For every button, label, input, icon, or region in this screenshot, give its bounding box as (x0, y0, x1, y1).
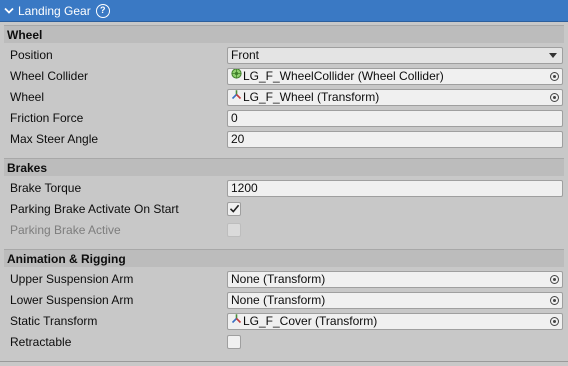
lower-suspension-arm-label: Lower Suspension Arm (10, 293, 134, 307)
component-title: Landing Gear (18, 3, 91, 18)
object-picker-icon[interactable] (550, 93, 559, 102)
section-header-brakes: Brakes (4, 158, 564, 176)
transform-icon (231, 90, 242, 104)
row-parking-brake-active: Parking Brake Active (4, 220, 564, 241)
row-wheel-collider: Wheel Collider LG_F_WheelCollider (Wheel… (4, 66, 564, 87)
row-wheel: Wheel LG_F_Wheel (Transform) (4, 87, 564, 108)
wheel-collider-icon (231, 69, 242, 83)
help-icon[interactable]: ? (95, 3, 110, 18)
upper-suspension-arm-object-field[interactable]: None (Transform) (227, 271, 563, 288)
wheel-collider-value: LG_F_WheelCollider (Wheel Collider) (243, 69, 444, 83)
wheel-label: Wheel (10, 90, 45, 104)
row-lower-suspension-arm: Lower Suspension Arm None (Transform) (4, 290, 564, 311)
chevron-down-icon[interactable] (1, 0, 17, 22)
max-steer-angle-input[interactable]: 20 (227, 131, 563, 148)
position-dropdown[interactable]: Front (227, 47, 563, 64)
static-transform-object-field[interactable]: LG_F_Cover (Transform) (227, 313, 563, 330)
object-picker-icon[interactable] (550, 317, 559, 326)
object-picker-icon[interactable] (550, 296, 559, 305)
retractable-checkbox[interactable] (227, 335, 241, 349)
row-max-steer-angle: Max Steer Angle 20 (4, 129, 564, 150)
position-label: Position (10, 48, 53, 62)
row-brake-torque: Brake Torque 1200 (4, 178, 564, 199)
row-retractable: Retractable (4, 332, 564, 353)
parking-brake-activate-checkbox[interactable] (227, 202, 241, 216)
brake-torque-label: Brake Torque (10, 181, 82, 195)
static-transform-value: LG_F_Cover (Transform) (243, 314, 378, 328)
row-parking-brake-activate: Parking Brake Activate On Start (4, 199, 564, 220)
row-static-transform: Static Transform LG_F_Cover (Transform) (4, 311, 564, 332)
component-header[interactable]: Landing Gear ? (0, 0, 568, 22)
position-value: Front (231, 48, 260, 62)
section-header-wheel: Wheel (4, 25, 564, 43)
retractable-label: Retractable (10, 335, 72, 349)
parking-brake-active-label: Parking Brake Active (10, 223, 121, 237)
upper-suspension-arm-label: Upper Suspension Arm (10, 272, 134, 286)
brake-torque-input[interactable]: 1200 (227, 180, 563, 197)
static-transform-label: Static Transform (10, 314, 98, 328)
object-picker-icon[interactable] (550, 275, 559, 284)
wheel-object-field[interactable]: LG_F_Wheel (Transform) (227, 89, 563, 106)
divider (0, 361, 568, 362)
lower-suspension-arm-value: None (Transform) (231, 293, 326, 307)
parking-brake-active-checkbox (227, 223, 241, 237)
wheel-value: LG_F_Wheel (Transform) (243, 90, 380, 104)
row-upper-suspension-arm: Upper Suspension Arm None (Transform) (4, 269, 564, 290)
inspector-panel: Landing Gear ? Wheel Position Front Whee… (0, 0, 568, 366)
section-header-animation-rigging: Animation & Rigging (4, 249, 564, 267)
lower-suspension-arm-object-field[interactable]: None (Transform) (227, 292, 563, 309)
wheel-collider-object-field[interactable]: LG_F_WheelCollider (Wheel Collider) (227, 68, 563, 85)
row-friction-force: Friction Force 0 (4, 108, 564, 129)
friction-force-label: Friction Force (10, 111, 84, 125)
max-steer-angle-label: Max Steer Angle (10, 132, 99, 146)
row-position: Position Front (4, 45, 564, 66)
object-picker-icon[interactable] (550, 72, 559, 81)
wheel-collider-label: Wheel Collider (10, 69, 89, 83)
checkmark-icon (229, 204, 240, 213)
dropdown-arrow-icon (549, 53, 557, 58)
friction-force-input[interactable]: 0 (227, 110, 563, 127)
transform-icon (231, 314, 242, 328)
parking-brake-activate-label: Parking Brake Activate On Start (10, 202, 179, 216)
upper-suspension-arm-value: None (Transform) (231, 272, 326, 286)
